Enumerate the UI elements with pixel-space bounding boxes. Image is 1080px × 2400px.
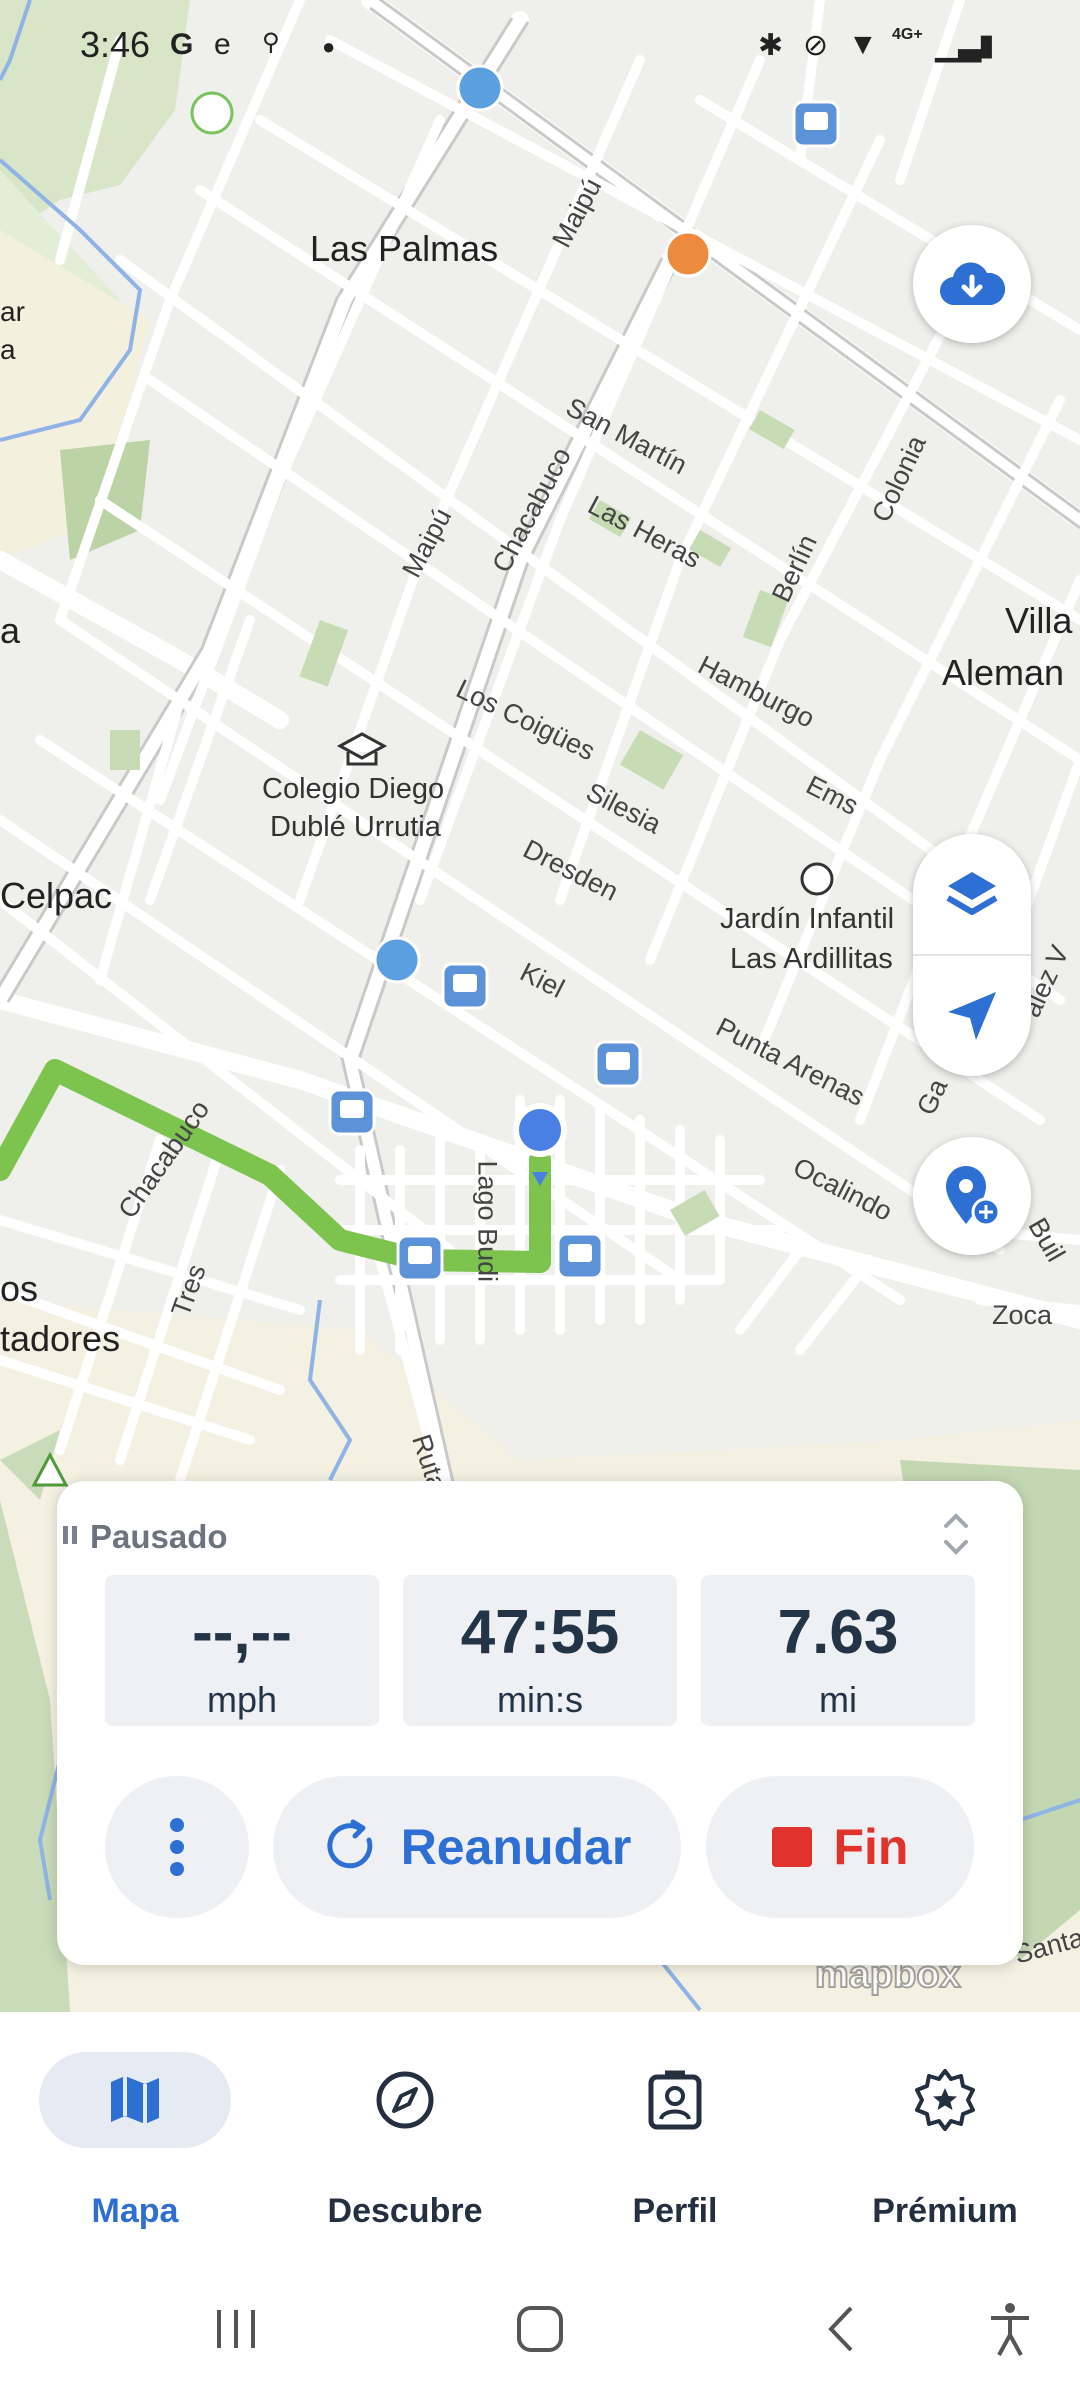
- resume-button[interactable]: Reanudar: [273, 1776, 681, 1918]
- place-label: Las Palmas: [310, 228, 499, 269]
- map-icon: [39, 2052, 231, 2148]
- nav-item-premium[interactable]: Prémium: [810, 2012, 1080, 2264]
- bottom-navigation: Mapa Descubre Perfil Prémium: [0, 2012, 1080, 2264]
- distance-unit: mi: [819, 1679, 857, 1720]
- layers-icon: [946, 871, 998, 915]
- mute-icon: ⊘: [803, 29, 829, 62]
- add-location-pin-icon: [946, 1166, 1001, 1227]
- add-waypoint-button[interactable]: [913, 1137, 1031, 1255]
- resume-refresh-icon: [327, 1819, 372, 1869]
- place-label: Villa: [1005, 600, 1073, 641]
- divider: [913, 953, 1031, 956]
- nav-label-map: Mapa: [91, 2192, 179, 2230]
- premium-star-icon: [849, 2052, 1041, 2148]
- more-options-button[interactable]: [105, 1776, 249, 1918]
- recent-apps-button[interactable]: [196, 2294, 276, 2364]
- street-label: Lago Budi: [472, 1160, 503, 1283]
- nav-item-map[interactable]: Mapa: [0, 2012, 270, 2264]
- offline-download-button[interactable]: [913, 225, 1031, 343]
- poi-label: Dublé Urrutia: [270, 811, 441, 843]
- profile-icon: [579, 2052, 771, 2148]
- tracking-status: Pausado: [90, 1518, 228, 1555]
- nav-item-profile[interactable]: Perfil: [540, 2012, 810, 2264]
- home-icon: [517, 2306, 563, 2352]
- place-label: os: [0, 1268, 39, 1309]
- signal-icon: ▁▃: [935, 29, 982, 62]
- time-unit: min:s: [496, 1679, 583, 1720]
- status-time: 3:46: [80, 24, 151, 65]
- stop-icon: [771, 1827, 812, 1867]
- accessibility-icon: [991, 2303, 1029, 2356]
- street-label: Zoca: [992, 1300, 1053, 1330]
- poi-label: Colegio Diego: [262, 773, 445, 805]
- battery-icon: ▮: [978, 29, 995, 62]
- map-controls: [913, 834, 1031, 1076]
- network-icon: 4G+: [892, 26, 923, 43]
- accessibility-button[interactable]: [970, 2294, 1050, 2364]
- more-vertical-icon: [170, 1818, 184, 1876]
- home-button[interactable]: [500, 2294, 580, 2364]
- kindergarten-icon: [800, 862, 834, 896]
- poi-label: Las Ardillitas: [730, 943, 893, 975]
- distance-stat: 7.63 mi: [701, 1575, 975, 1726]
- recenter-button[interactable]: [913, 957, 1031, 1075]
- end-button[interactable]: Fin: [706, 1776, 974, 1918]
- restroom-icon: [190, 91, 234, 135]
- back-icon: [828, 2306, 853, 2352]
- location-icon: ▼: [848, 28, 878, 61]
- recent-apps-icon: [217, 2310, 255, 2348]
- school-icon: [336, 732, 388, 766]
- speed-stat: --,-- mph: [105, 1575, 379, 1726]
- time-stat: 47:55 min:s: [403, 1575, 677, 1726]
- bike-icon: ⚲: [262, 29, 280, 56]
- distance-value: 7.63: [777, 1598, 899, 1667]
- place-label: Aleman: [942, 652, 1065, 693]
- end-label: Fin: [833, 1819, 909, 1875]
- cloud-download-icon: [939, 262, 1005, 306]
- place-label: a: [0, 610, 21, 651]
- resume-label: Reanudar: [400, 1819, 632, 1875]
- google-icon: G: [170, 28, 194, 61]
- navigation-arrow-icon: [948, 992, 996, 1041]
- nav-item-discover[interactable]: Descubre: [270, 2012, 540, 2264]
- pause-icon: [58, 1522, 80, 1548]
- place-label: tadores: [0, 1318, 121, 1359]
- layers-button[interactable]: [913, 835, 1031, 953]
- back-button[interactable]: [802, 2294, 882, 2364]
- nav-label-discover: Descubre: [327, 2192, 483, 2230]
- status-bar: 3:46 G e ⚲ ● ✱ ⊘ ▼ 4G+ ▁▃ ▮: [0, 0, 1080, 90]
- app-icon: e: [214, 28, 231, 61]
- bluetooth-icon: ✱: [758, 29, 784, 62]
- place-label: Celpac: [0, 875, 113, 916]
- place-label: a: [0, 334, 16, 365]
- nav-label-premium: Prémium: [872, 2192, 1018, 2230]
- speed-unit: mph: [206, 1679, 278, 1720]
- restaurant-icon: [664, 230, 712, 278]
- time-value: 47:55: [460, 1598, 620, 1667]
- dot-icon: ●: [322, 34, 336, 59]
- place-label: ar: [0, 296, 25, 327]
- nav-label-profile: Perfil: [632, 2192, 718, 2230]
- system-navigation-bar: [0, 2264, 1080, 2400]
- compass-icon: [309, 2052, 501, 2148]
- poi-label: Jardín Infantil: [720, 903, 895, 935]
- expand-collapse-icon[interactable]: [940, 1508, 972, 1560]
- speed-value: --,--: [192, 1598, 292, 1667]
